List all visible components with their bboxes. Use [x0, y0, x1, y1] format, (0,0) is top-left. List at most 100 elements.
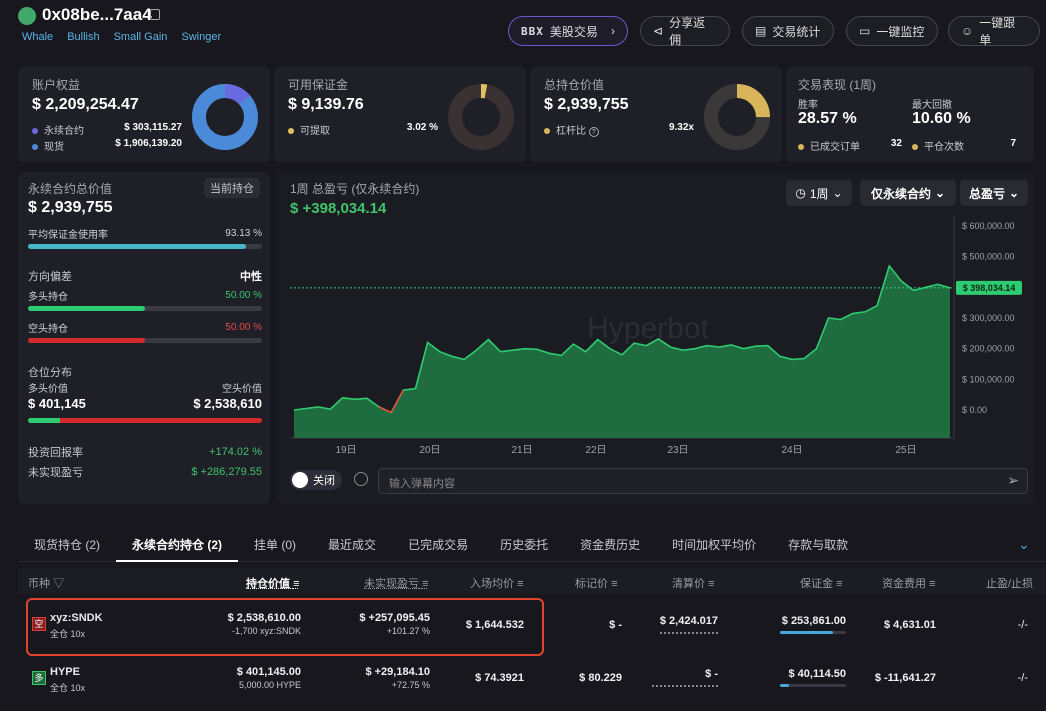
settings-icon[interactable]	[354, 472, 368, 486]
spot-dot	[32, 144, 38, 151]
th-value-label: 持仓价值	[246, 578, 290, 590]
copy-icon[interactable]	[150, 9, 160, 20]
tab-spot[interactable]: 现货持仓 (2)	[18, 526, 116, 562]
th-coin[interactable]: 币种 ▽	[28, 575, 64, 591]
entry-price: $ 74.3921	[475, 672, 524, 684]
liq-price-value: $ -	[705, 668, 718, 680]
stats-button[interactable]: ▤ 交易统计	[742, 16, 834, 46]
closed-legend: 已成交订单	[798, 138, 860, 153]
close-count-label: 平仓次数	[924, 142, 964, 153]
perp-summary-panel: 永续合约总价值 当前持仓 $ 2,939,755 平均保证金使用率 93.13 …	[18, 172, 270, 504]
pnl-chart-svg: Hyperbot $ 600,000.00$ 500,000.00$ 400,0…	[290, 216, 1022, 456]
stats-icon: ▤	[755, 24, 767, 38]
dd-label: 最大回撤	[912, 100, 952, 111]
close-count-dot	[912, 144, 918, 151]
tag-small-gain[interactable]: Small Gain	[114, 31, 168, 43]
performance-card: 交易表现 (1周) 胜率 28.57 % 最大回撤 10.60 % 已成交订单 …	[786, 66, 1034, 162]
y-tick-labels: $ 600,000.00$ 500,000.00$ 400,000.00$ 30…	[962, 221, 1015, 415]
margin-usage-fill	[28, 244, 246, 249]
position-value: $ 2,538,610.00 -1,700 xyz:SNDK	[228, 612, 301, 636]
th-tpsl: 止盈/止损	[986, 578, 1034, 590]
monitor-button[interactable]: ▭ 一键监控	[846, 16, 938, 46]
danmu-toggle[interactable]: 关闭	[290, 470, 342, 490]
spot-value: $ 1,906,139.20	[115, 138, 182, 149]
dist-values-row: $ 401,145 $ 2,538,610	[28, 396, 262, 411]
tag-bullish[interactable]: Bullish	[67, 31, 99, 43]
tpsl[interactable]: -/-	[1018, 672, 1028, 684]
stats-label: 交易统计	[772, 24, 821, 39]
perf-title: 交易表现 (1周)	[798, 78, 877, 92]
tag-list: Whale Bullish Small Gain Swinger	[22, 31, 221, 43]
coin-name[interactable]: xyz:SNDK	[50, 612, 103, 624]
closed-label: 已成交订单	[810, 142, 860, 153]
margin-usage-value: 93.13 %	[225, 228, 262, 239]
current-position-button[interactable]: 当前持仓	[204, 178, 260, 198]
tab-perp[interactable]: 永续合约持仓 (2)	[116, 526, 239, 562]
tab-completed[interactable]: 已完成交易	[392, 526, 484, 562]
th-value[interactable]: 持仓价值 ≡	[246, 575, 299, 591]
sort-icon: ≡	[517, 578, 524, 590]
th-liq[interactable]: 清算价 ≡	[672, 575, 714, 591]
y-tick-label: $ 200,000.00	[962, 344, 1015, 354]
copy-trade-button[interactable]: ☺ 一键跟单	[948, 16, 1040, 47]
tab-deposits[interactable]: 存款与取款	[772, 526, 864, 562]
sort-icon: ≡	[611, 578, 618, 590]
tab-history-orders[interactable]: 历史委托	[484, 526, 564, 562]
withdraw-dot	[288, 128, 294, 135]
margin-value: $ 9,139.76	[288, 96, 364, 113]
coin-name[interactable]: HYPE	[50, 666, 80, 678]
long-row: 多头持仓 50.00 %	[28, 288, 262, 303]
position-donut	[704, 84, 770, 150]
closed-row: 已成交订单 32	[798, 138, 902, 153]
position-value: $ 401,145.00 5,000.00 HYPE	[237, 666, 301, 690]
us-stock-button[interactable]: BBX 美股交易 ›	[508, 16, 628, 46]
table-row[interactable]: 空 xyz:SNDK 全仓 10x $ 2,538,610.00 -1,700 x…	[18, 598, 1046, 656]
collapse-icon[interactable]: ⌄	[1018, 536, 1030, 553]
help-icon[interactable]: ?	[588, 127, 599, 137]
available-margin-card: 可用保证金 $ 9,139.76 可提取 3.02 %	[274, 66, 526, 162]
upnl: $ +257,095.45 +101.27 %	[359, 612, 430, 636]
entry-price: $ 1,644.532	[465, 619, 524, 631]
dist-label: 仓位分布	[28, 367, 72, 379]
margin-title: 可用保证金	[288, 78, 349, 92]
th-margin[interactable]: 保证金 ≡	[800, 575, 842, 591]
share-button[interactable]: ⊲ 分享返佣	[640, 16, 730, 47]
upnl-main: $ +257,095.45	[359, 612, 430, 624]
withdraw-label: 可提取	[300, 126, 330, 137]
toggle-knob	[292, 472, 308, 488]
funding-fee: $ 4,631.01	[884, 619, 936, 631]
th-funding[interactable]: 资金费用 ≡	[882, 575, 935, 591]
tag-swinger[interactable]: Swinger	[181, 31, 221, 43]
th-entry[interactable]: 入场均价 ≡	[470, 575, 523, 591]
danmu-input[interactable]: 输入弹幕内容 ➢	[378, 468, 1028, 494]
th-entry-label: 入场均价	[470, 578, 514, 590]
header: 0x08be...7aa4 Whale Bullish Small Gain S…	[0, 0, 1046, 62]
closed-value: 32	[890, 138, 902, 149]
wallet-address: 0x08be...7aa4	[42, 5, 152, 24]
th-upnl[interactable]: 未实现盈亏 ≡	[364, 575, 428, 591]
th-mark[interactable]: 标记价 ≡	[575, 575, 617, 591]
position-value: $ 2,939,755	[544, 96, 629, 113]
sort-icon: ≡	[293, 578, 300, 590]
tab-recent-trades[interactable]: 最近成交	[312, 526, 392, 562]
tag-whale[interactable]: Whale	[22, 31, 53, 43]
upnl-percent: +72.75 %	[391, 680, 430, 690]
send-icon[interactable]: ➢	[1007, 472, 1019, 489]
liq-dotted	[659, 632, 718, 634]
liq-dotted	[652, 685, 718, 687]
upnl: $ +29,184.10 +72.75 %	[365, 666, 430, 690]
avatar	[18, 7, 36, 25]
app-root: 0x08be...7aa4 Whale Bullish Small Gain S…	[0, 0, 1046, 711]
tab-twap[interactable]: 时间加权平均价	[656, 526, 772, 562]
table-row[interactable]: 多 HYPE 全仓 10x $ 401,145.00 5,000.00 HYPE …	[18, 656, 1046, 711]
account-value: $ 2,209,254.47	[32, 96, 139, 113]
y-tick-label: $ 600,000.00	[962, 221, 1015, 231]
short-val-label: 空头价值	[222, 384, 262, 395]
tab-funding-history[interactable]: 资金费历史	[564, 526, 656, 562]
margin-bar-fill	[780, 684, 789, 687]
long-fill	[28, 306, 145, 311]
margin-usage-bar	[28, 244, 262, 249]
tpsl[interactable]: -/-	[1018, 619, 1028, 631]
roi-row: 投资回报率 +174.02 %	[28, 444, 262, 460]
tab-orders[interactable]: 挂单 (0)	[238, 526, 312, 562]
